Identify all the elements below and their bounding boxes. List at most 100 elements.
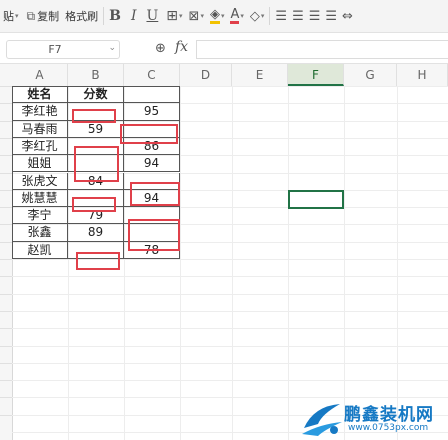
watermark-url: www.0753px.com — [348, 423, 429, 433]
fill-color-button[interactable]: ◈ ▾ — [209, 8, 225, 24]
fx-label[interactable]: fx — [175, 39, 188, 55]
grid-line — [344, 86, 345, 440]
align-center-button[interactable]: ☰ — [292, 9, 304, 24]
row-header-tick[interactable] — [0, 311, 12, 312]
score-cell-b[interactable]: 59 — [68, 120, 124, 138]
copy-label: 复制 — [37, 10, 60, 23]
name-cell[interactable]: 李红孔 — [12, 137, 68, 156]
row-header-tick[interactable] — [0, 276, 12, 277]
font-color-button[interactable]: A ▾ — [230, 6, 244, 24]
copy-button[interactable]: ⧉ 复制 — [27, 8, 60, 24]
row-header-tick[interactable] — [0, 363, 12, 364]
paste-button[interactable]: 贴 ▾ — [3, 8, 19, 24]
header-cell-score[interactable]: 分数 — [68, 86, 124, 104]
eraser-icon: ◇ — [249, 8, 260, 24]
highlight-box — [74, 146, 119, 182]
grid-line — [12, 363, 448, 364]
column-header-g[interactable]: G — [344, 64, 397, 86]
header-cell-name[interactable]: 姓名 — [12, 86, 68, 104]
spreadsheet-grid: ABCDEFGH 姓名 分数 李红艳 95 马春雨 59 李红孔 86 姐姐 94 张虎文 84 姚慧慧… — [0, 64, 448, 440]
border-icon: ⊞ — [166, 8, 179, 24]
row-header-tick[interactable] — [0, 121, 12, 122]
active-cell[interactable] — [288, 190, 344, 209]
row-header-tick[interactable] — [0, 397, 12, 398]
highlight-box — [128, 219, 180, 251]
chevron-down-icon: ▾ — [240, 12, 244, 20]
highlight-box — [130, 182, 180, 206]
justify-button[interactable]: ☰ — [325, 9, 337, 24]
column-header-a[interactable]: A — [12, 64, 68, 86]
row-header-tick[interactable] — [0, 207, 12, 208]
formula-input[interactable] — [196, 40, 448, 59]
row-header-tick[interactable] — [0, 173, 12, 174]
bold-label: B — [109, 8, 121, 24]
table-cell[interactable] — [124, 86, 180, 104]
column-header-d[interactable]: D — [180, 64, 232, 86]
highlight-box — [76, 252, 120, 270]
grid-line — [180, 86, 181, 440]
chevron-down-icon: ▾ — [220, 12, 225, 20]
name-cell[interactable]: 李红艳 — [12, 103, 68, 121]
row-header-tick[interactable] — [0, 103, 12, 104]
row-header-tick[interactable] — [0, 259, 12, 260]
bold-button[interactable]: B — [109, 8, 121, 24]
font-color-icon: A — [230, 6, 240, 24]
clear-button[interactable]: ◇ ▾ — [250, 9, 265, 24]
underline-button[interactable]: U — [146, 8, 158, 24]
row-header-tick[interactable] — [0, 190, 12, 191]
italic-button[interactable]: I — [131, 8, 137, 24]
chevron-down-icon: ▾ — [260, 12, 265, 20]
name-cell[interactable]: 马春雨 — [12, 120, 68, 138]
zoom-icon[interactable]: ⊕ — [155, 41, 166, 56]
name-cell[interactable]: 姐姐 — [12, 155, 68, 173]
name-cell[interactable]: 张鑫 — [12, 224, 68, 242]
format-painter-button[interactable]: 格式刷 — [65, 8, 98, 24]
row-header-tick[interactable] — [0, 328, 12, 329]
grid-line — [288, 86, 289, 440]
column-header-f[interactable]: F — [288, 64, 344, 86]
chevron-down-icon: ▾ — [179, 12, 183, 20]
column-header-e[interactable]: E — [232, 64, 288, 86]
grid-line — [12, 294, 448, 295]
row-header-tick[interactable] — [0, 86, 12, 87]
align-center-icon: ☰ — [292, 8, 304, 24]
distribute-icon: ⇔ — [342, 8, 353, 24]
score-cell-b[interactable]: 89 — [68, 224, 124, 242]
row-header-tick[interactable] — [0, 346, 12, 347]
merge-button[interactable]: ⊠ ▾ — [189, 9, 204, 24]
name-box[interactable]: F7 ⌄ — [6, 40, 120, 59]
name-box-value: F7 — [48, 43, 62, 56]
chevron-down-icon[interactable]: ⌄ — [108, 43, 116, 53]
row-header-tick[interactable] — [0, 138, 12, 139]
ribbon-toolbar: 贴 ▾ ⧉ 复制 格式刷 B I U ⊞ ▾ ⊠ ▾ ◈ ▾ A ▾ ◇ ▾ ☰… — [0, 0, 448, 33]
row-header-tick[interactable] — [0, 415, 12, 416]
watermark-logo-icon — [302, 404, 342, 436]
formula-bar: F7 ⌄ ⊕ fx — [0, 33, 448, 64]
align-right-button[interactable]: ☰ — [309, 9, 321, 24]
name-cell[interactable]: 赵凯 — [12, 241, 68, 259]
align-left-button[interactable]: ☰ — [275, 9, 287, 24]
distribute-button[interactable]: ⇔ — [342, 9, 353, 24]
name-cell[interactable]: 张虎文 — [12, 172, 68, 190]
row-header-tick[interactable] — [0, 242, 12, 243]
grid-line — [12, 276, 448, 277]
row-header-tick[interactable] — [0, 224, 12, 225]
highlight-box — [120, 124, 178, 144]
column-header-c[interactable]: C — [124, 64, 180, 86]
grid-line — [12, 346, 448, 347]
row-header-tick[interactable] — [0, 294, 12, 295]
row-header-tick[interactable] — [0, 155, 12, 156]
grid-line — [12, 328, 448, 329]
watermark-text: 鹏鑫装机网 — [344, 405, 434, 425]
align-left-icon: ☰ — [275, 8, 288, 24]
column-header-h[interactable]: H — [397, 64, 448, 86]
column-header-b[interactable]: B — [68, 64, 124, 86]
chevron-down-icon: ▾ — [15, 12, 19, 20]
name-cell[interactable]: 姚慧慧 — [12, 189, 68, 208]
score-cell-c[interactable]: 94 — [124, 155, 180, 173]
name-cell[interactable]: 李宁 — [12, 207, 68, 225]
format-painter-label: 格式刷 — [65, 10, 99, 23]
border-button[interactable]: ⊞ ▾ — [166, 8, 182, 24]
score-cell-c[interactable]: 95 — [124, 103, 180, 121]
row-header-tick[interactable] — [0, 380, 12, 381]
